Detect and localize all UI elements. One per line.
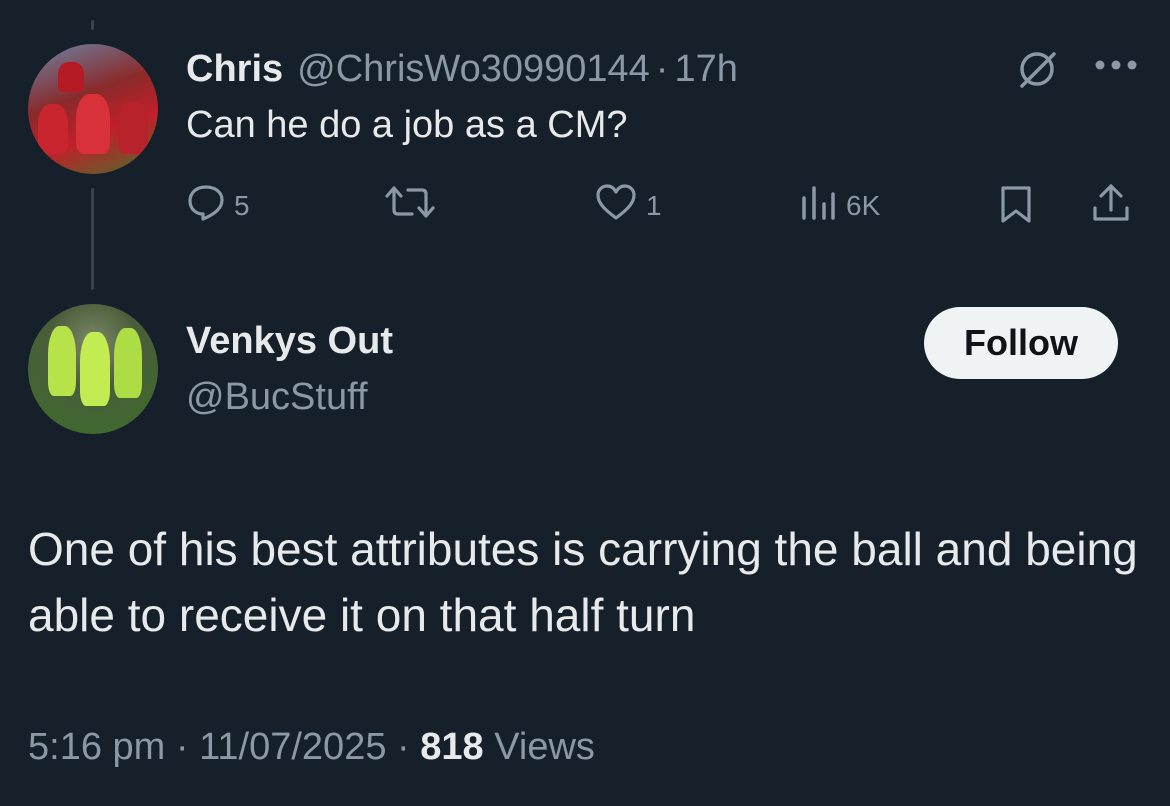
reply-icon (186, 182, 226, 229)
like-icon (594, 182, 638, 229)
bookmark-icon[interactable] (998, 184, 1034, 229)
avatar-figure (58, 62, 84, 92)
parent-tweet-text: Can he do a job as a CM? (186, 104, 628, 146)
like-count: 1 (646, 189, 662, 221)
views-icon (798, 182, 838, 229)
dot-separator: · (655, 48, 669, 90)
follow-button[interactable]: Follow (924, 307, 1118, 379)
tweet-time[interactable]: 5:16 pm (28, 726, 165, 768)
reply-button[interactable]: 5 (186, 182, 250, 229)
views-count: 6K (846, 189, 881, 221)
reply-author-name[interactable]: Venkys Out (186, 320, 393, 363)
avatar-figure (48, 326, 76, 396)
avatar-figure (76, 94, 110, 154)
dot-separator: · (397, 726, 410, 768)
thread-line-top (91, 20, 94, 30)
like-button[interactable]: 1 (594, 182, 662, 229)
timestamp[interactable]: 17h (674, 48, 737, 91)
thread-connector-line (91, 188, 94, 290)
dot-separator: · (175, 726, 189, 768)
more-icon[interactable] (1094, 58, 1138, 76)
parent-tweet-header: Chris @ChrisWo30990144 · 17h (186, 48, 738, 91)
tweet-meta: 5:16 pm · 11/07/2025 · 818 Views (28, 726, 595, 769)
avatar-figure (38, 104, 68, 154)
avatar-figure (114, 328, 142, 398)
author-handle[interactable]: @ChrisWo30990144 (297, 48, 650, 91)
views-button[interactable]: 6K (798, 182, 880, 229)
avatar-figure (80, 332, 110, 406)
reply-author-handle[interactable]: @BucStuff (186, 376, 368, 419)
author-name[interactable]: Chris (186, 48, 283, 91)
reply-tweet-text: One of his best attributes is carrying t… (28, 523, 1138, 641)
views-label: Views (494, 726, 595, 768)
avatar-figure (118, 102, 148, 154)
retweet-icon (384, 182, 436, 229)
grok-icon[interactable] (1016, 48, 1058, 95)
avatar-chris[interactable] (28, 44, 158, 174)
reply-count: 5 (234, 189, 250, 221)
views-number: 818 (420, 726, 484, 768)
retweet-button[interactable] (384, 182, 436, 229)
tweet-date[interactable]: 11/07/2025 (199, 726, 386, 768)
avatar-venkys-out[interactable] (28, 304, 158, 434)
share-icon[interactable] (1090, 182, 1132, 229)
